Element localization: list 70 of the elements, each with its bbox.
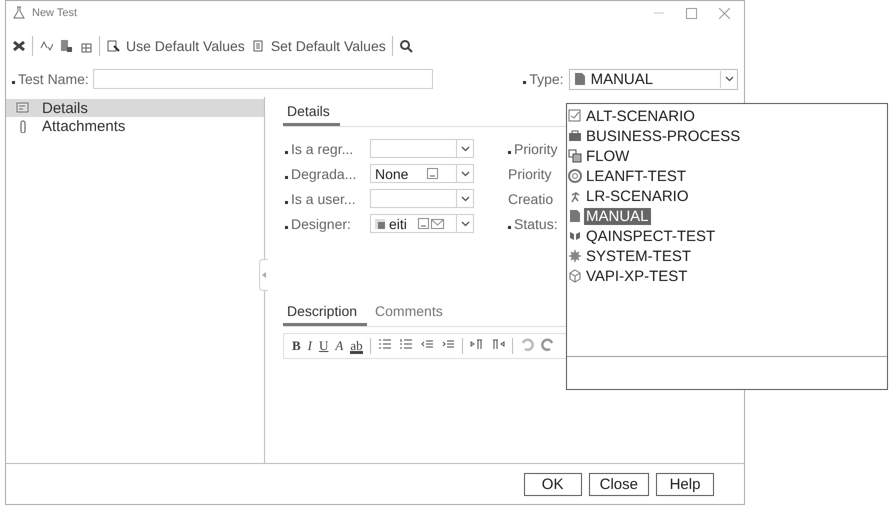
dropdown-option[interactable]: LEANFT-TEST xyxy=(584,168,688,184)
leaves-icon xyxy=(568,229,582,243)
toolbar-button[interactable] xyxy=(12,39,26,53)
tab[interactable]: Description xyxy=(283,297,368,326)
close-icon[interactable] xyxy=(719,8,730,18)
user-icon xyxy=(375,218,385,228)
toolbar-button[interactable] xyxy=(398,39,413,53)
dropdown-option[interactable]: ALT-SCENARIO xyxy=(584,108,697,124)
format-button[interactable]: B xyxy=(292,338,301,354)
type-dropdown[interactable]: MANUAL xyxy=(568,68,738,90)
tab[interactable]: Details xyxy=(283,97,340,126)
left-to-right-icon xyxy=(470,337,484,351)
test-name-field[interactable] xyxy=(92,69,433,89)
dialog-button[interactable]: OK xyxy=(524,472,582,496)
field-label: Designer: xyxy=(285,216,370,232)
field-label: Is a regr... xyxy=(285,140,370,156)
dropdown-option[interactable]: FLOW xyxy=(584,148,632,164)
numbered-list-icon xyxy=(398,337,413,351)
search-icon xyxy=(398,39,413,53)
sidebar-item[interactable]: Attachments xyxy=(6,117,264,135)
dropdown-option[interactable]: QAINSPECT-TEST xyxy=(584,228,718,244)
field-label: Test Name: xyxy=(12,71,89,87)
lookup-icon[interactable] xyxy=(426,168,438,179)
format-button[interactable]: I xyxy=(308,338,312,354)
maximize-icon[interactable] xyxy=(686,8,697,18)
details-icon xyxy=(16,101,30,115)
field-label: Creatio xyxy=(508,190,554,206)
combo-field[interactable]: eiti xyxy=(370,214,474,233)
field-label: Is a user... xyxy=(285,190,370,206)
toolbar-button[interactable]: Use Default Values xyxy=(106,38,245,54)
checked-picture-icon xyxy=(568,109,582,123)
document-icon xyxy=(250,39,265,53)
toolbar-button[interactable]: Set Default Values xyxy=(250,38,386,54)
collapse-handle[interactable] xyxy=(259,259,268,291)
dropdown-option[interactable]: VAPI-XP-TEST xyxy=(584,268,690,284)
redo-icon xyxy=(540,337,555,351)
combo-field[interactable]: None xyxy=(370,164,474,183)
flask-icon xyxy=(12,6,26,20)
briefcase-icon xyxy=(568,129,582,143)
dropdown-option[interactable]: SYSTEM-TEST xyxy=(584,248,694,264)
document-pointer-icon xyxy=(106,39,120,53)
right-to-left-icon xyxy=(490,337,505,351)
envelope-icon[interactable] xyxy=(431,218,444,228)
sidebar-item[interactable]: Details xyxy=(6,99,264,117)
close-icon xyxy=(12,39,26,53)
window-title: New Test xyxy=(32,7,78,19)
dropdown-option[interactable]: LR-SCENARIO xyxy=(584,188,691,204)
format-button[interactable]: U xyxy=(319,338,328,354)
gear-icon xyxy=(568,249,582,263)
field-label: Degrada... xyxy=(285,166,370,182)
field-label: Priority xyxy=(508,140,558,156)
field-label: Status: xyxy=(508,216,558,232)
format-button[interactable]: ab xyxy=(350,338,363,354)
combo-field[interactable] xyxy=(370,189,474,208)
document-icon xyxy=(572,72,587,86)
field-label: Type: xyxy=(523,71,564,87)
dialog-button[interactable]: Close xyxy=(588,472,649,496)
tab[interactable]: Comments xyxy=(371,297,453,326)
document-icon xyxy=(568,209,582,223)
format-button[interactable]: A xyxy=(335,338,344,354)
ring-icon xyxy=(568,169,582,183)
cube-icon xyxy=(568,269,582,283)
bulleted-list-icon xyxy=(378,337,392,351)
dropdown-option[interactable]: MANUAL xyxy=(584,208,651,224)
dropdown-option[interactable]: BUSINESS-PROCESS xyxy=(584,128,742,144)
dialog-button[interactable]: Help xyxy=(656,472,714,496)
undo-icon xyxy=(520,337,534,351)
field-label: Priority xyxy=(508,166,552,182)
lookup-icon[interactable] xyxy=(418,218,430,229)
combo-field[interactable] xyxy=(370,139,474,158)
